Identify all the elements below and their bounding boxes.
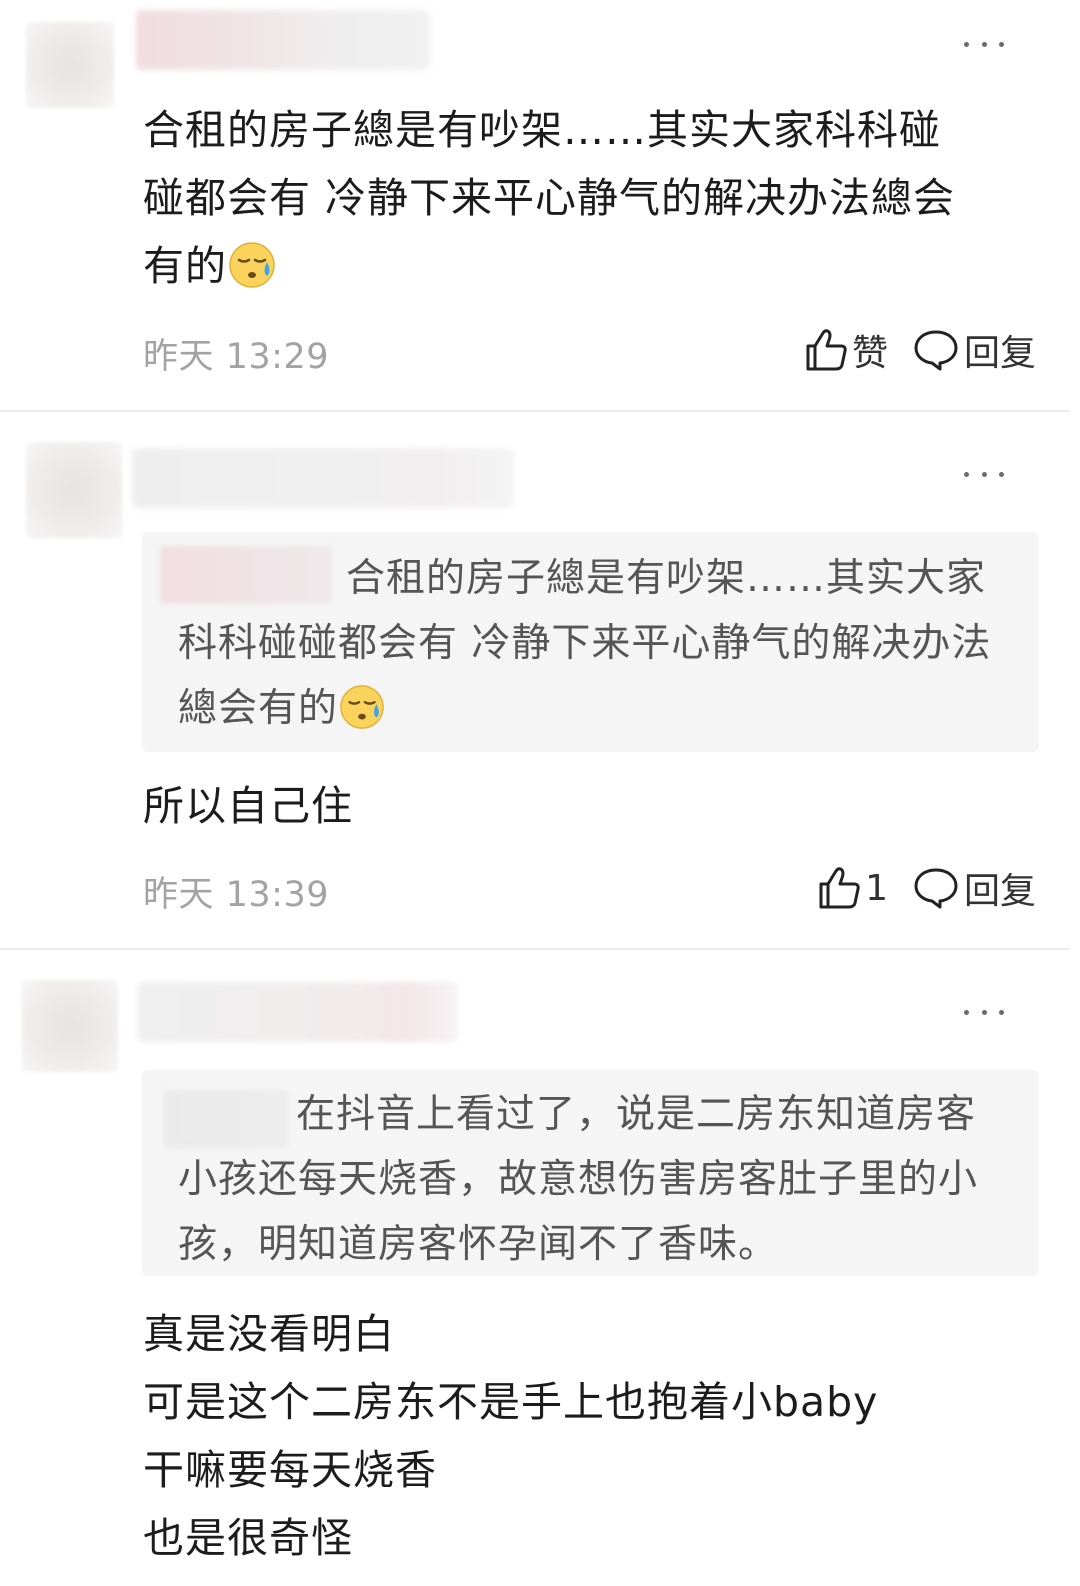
- more-button[interactable]: [964, 34, 1004, 54]
- more-button[interactable]: [964, 1002, 1004, 1022]
- more-dot-icon: [999, 41, 1004, 47]
- comment-3: 在抖音上看过了，说是二房东知道房客小孩还每天烧香，故意想伤害房客肚子里的小孩，明…: [0, 950, 1080, 1586]
- reply-label: 回复: [963, 871, 1036, 912]
- avatar[interactable]: [26, 442, 122, 538]
- comment-time: 昨天 13:29: [143, 337, 329, 377]
- comment-text: 所以自己住: [143, 782, 353, 830]
- comment-1: 合租的房子總是有吵架……其实大家科科碰 碰都会有 冷静下来平心静气的解决办法總会…: [0, 0, 1080, 410]
- more-dot-icon: [981, 471, 987, 477]
- thumbs-up-icon: [806, 329, 847, 371]
- avatar[interactable]: [22, 980, 118, 1072]
- more-dot-icon: [964, 1009, 969, 1015]
- comment-text: 合租的房子總是有吵架……其实大家科科碰 碰都会有 冷静下来平心静气的解决办法總会…: [143, 106, 956, 290]
- quoted-comment[interactable]: 在抖音上看过了，说是二房东知道房客小孩还每天烧香，故意想伤害房客肚子里的小孩，明…: [142, 1070, 1039, 1276]
- like-button[interactable]: 赞: [804, 324, 888, 376]
- username-blurred[interactable]: [132, 448, 514, 508]
- comment-actions: 赞 回复: [804, 324, 1036, 376]
- more-dot-icon: [981, 41, 987, 47]
- reply-label: 回复: [963, 333, 1036, 374]
- quoted-text: 合租的房子總是有吵架……其实大家科科碰碰都会有 冷静下来平心静气的解决办法總会有…: [178, 556, 992, 731]
- username-blurred[interactable]: [138, 982, 458, 1042]
- comment-2: 合租的房子總是有吵架……其实大家科科碰碰都会有 冷静下来平心静气的解决办法總会有…: [0, 412, 1080, 948]
- comment-time: 昨天 13:39: [143, 875, 329, 915]
- avatar[interactable]: [26, 22, 114, 108]
- quoted-text: 在抖音上看过了，说是二房东知道房客小孩还每天烧香，故意想伤害房客肚子里的小孩，明…: [178, 1092, 979, 1267]
- reply-button[interactable]: 回复: [912, 862, 1036, 914]
- quoted-comment[interactable]: 合租的房子總是有吵架……其实大家科科碰碰都会有 冷静下来平心静气的解决办法總会有…: [142, 532, 1039, 752]
- reply-button[interactable]: 回复: [912, 324, 1036, 376]
- thumbs-up-icon: [819, 867, 860, 909]
- more-dot-icon: [999, 1009, 1004, 1015]
- more-button[interactable]: [964, 464, 1004, 484]
- speech-bubble-icon: [914, 868, 958, 909]
- comment-actions: 1 回复: [817, 862, 1036, 914]
- downcast-sweat-face-icon: [229, 242, 275, 288]
- comment-text: 真是没看明白 可是这个二房东不是手上也抱着小baby 干嘛要每天烧香 也是很奇怪: [143, 1310, 879, 1562]
- username-blurred[interactable]: [136, 10, 430, 70]
- like-button[interactable]: 1: [817, 865, 888, 911]
- like-count: 1: [865, 867, 888, 909]
- more-dot-icon: [964, 41, 969, 47]
- more-dot-icon: [964, 471, 969, 477]
- more-dot-icon: [999, 471, 1004, 477]
- speech-bubble-icon: [914, 330, 958, 371]
- like-label: 赞: [851, 333, 888, 374]
- more-dot-icon: [981, 1009, 987, 1015]
- downcast-sweat-face-icon: [340, 685, 384, 729]
